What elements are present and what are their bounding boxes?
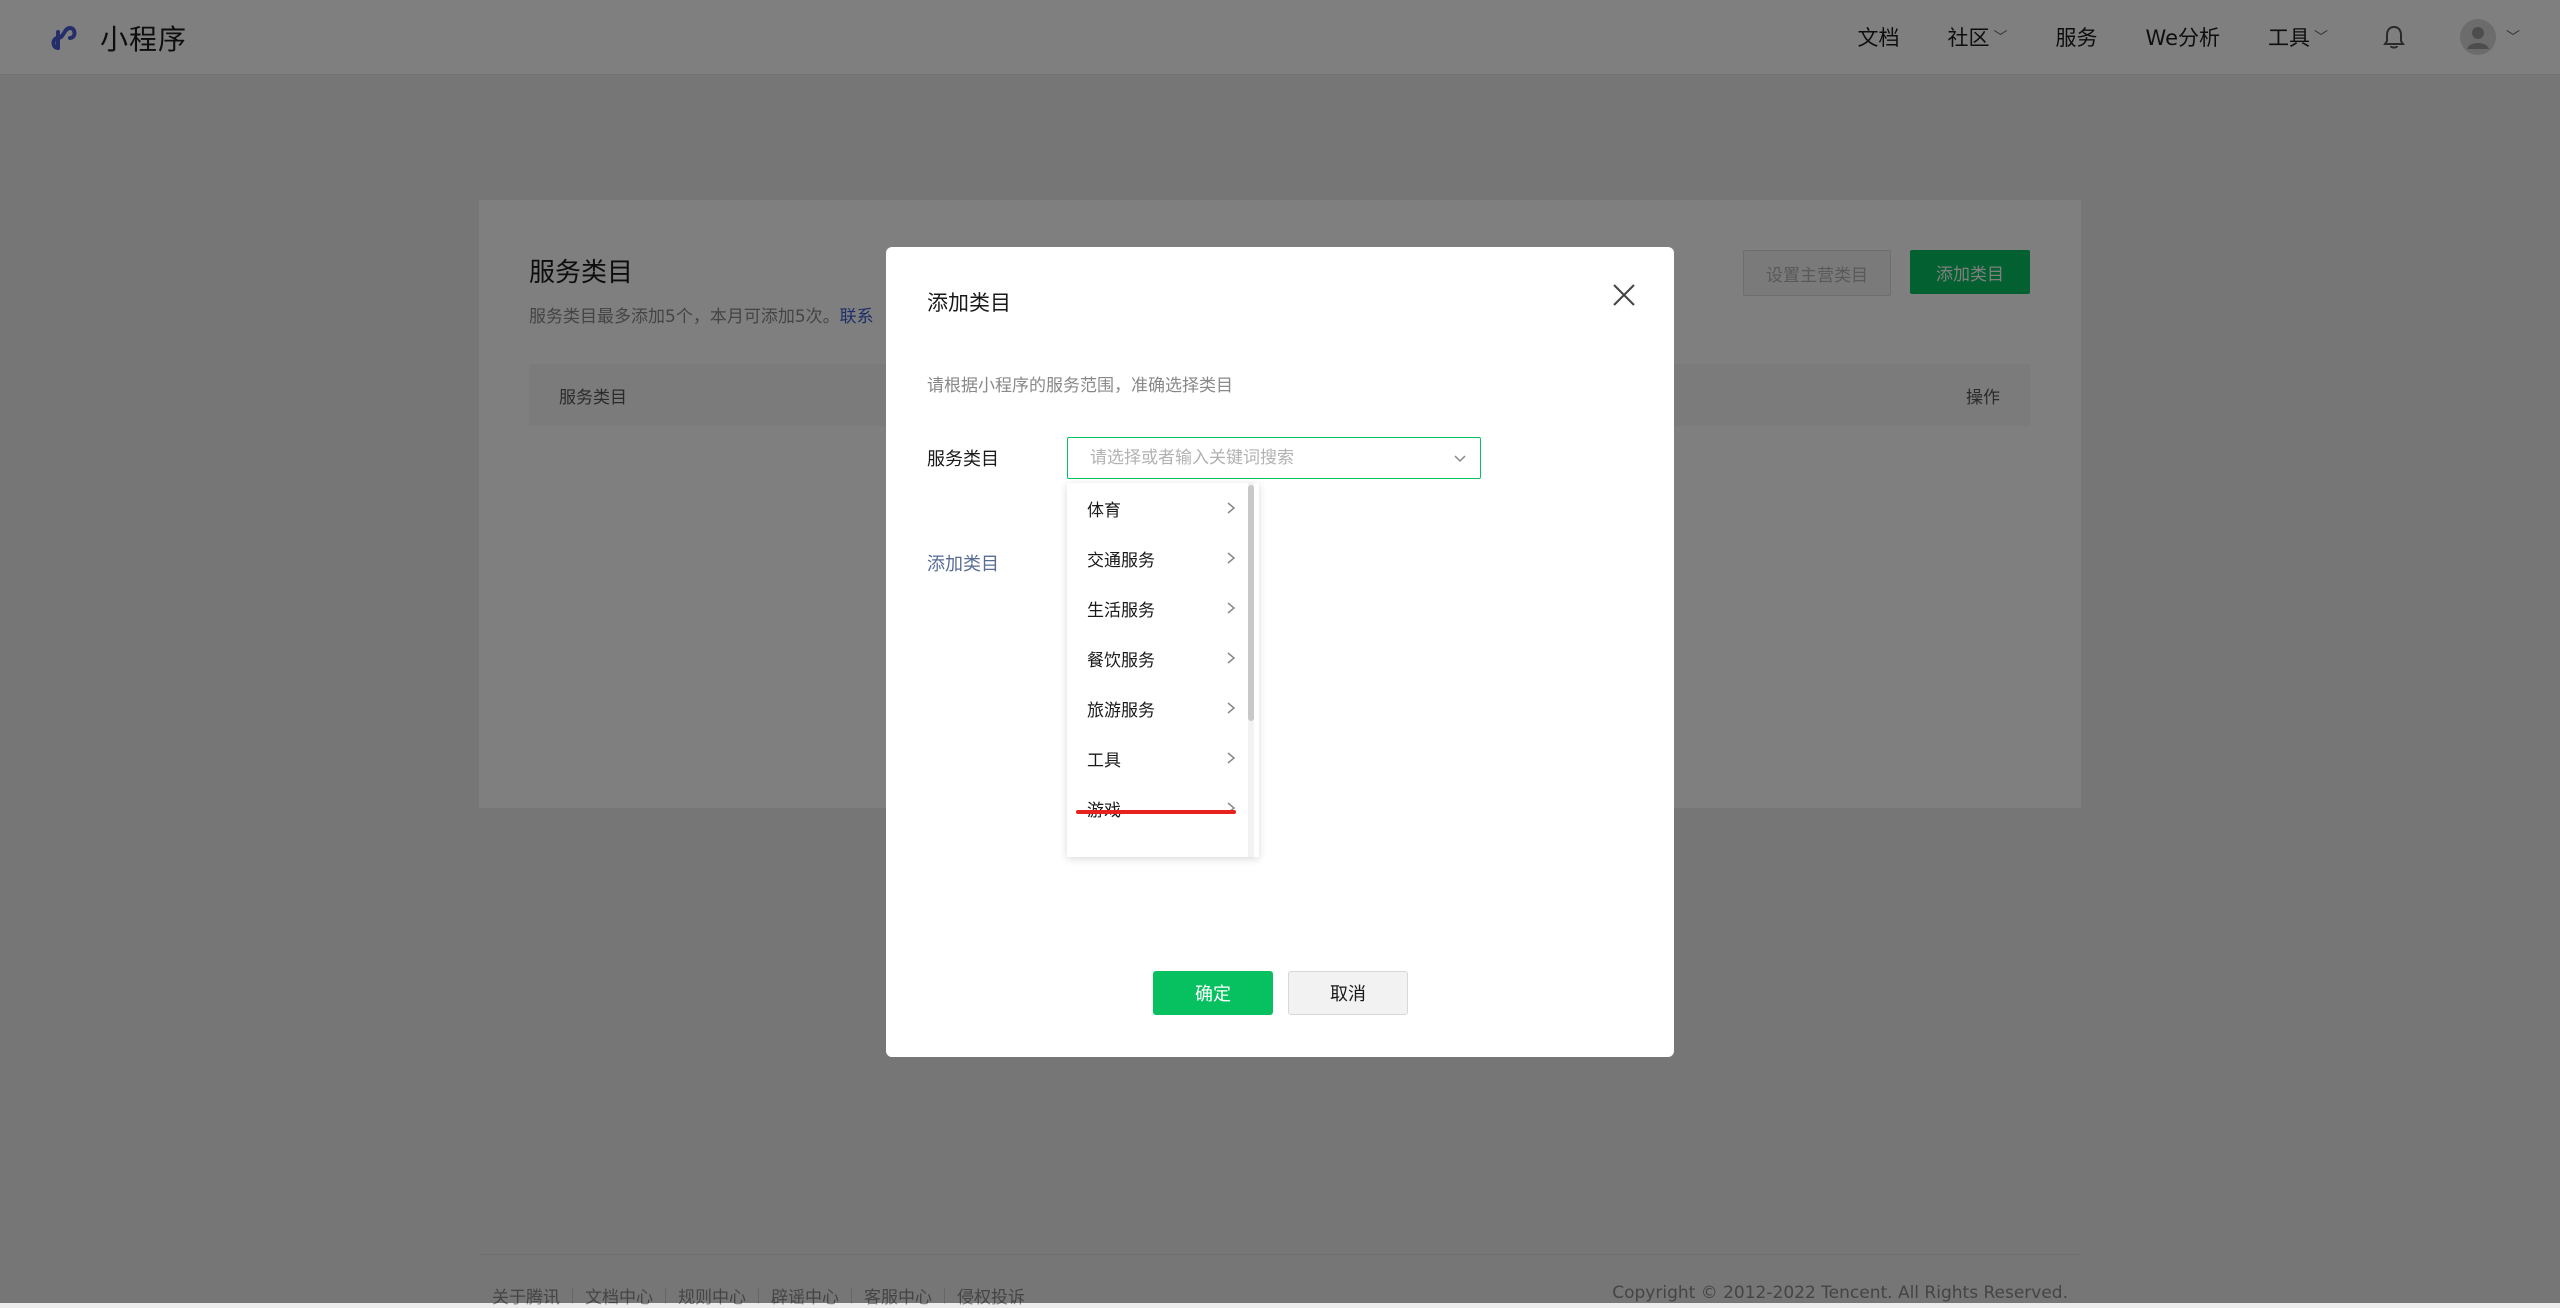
add-category-link[interactable]: 添加类目 <box>927 550 999 576</box>
scrollbar-thumb[interactable] <box>1248 485 1254 721</box>
dropdown-item-food[interactable]: 餐饮服务 <box>1067 633 1259 683</box>
category-select[interactable] <box>1067 437 1481 479</box>
dropdown-item-travel[interactable]: 旅游服务 <box>1067 683 1259 733</box>
dropdown-item-label: 体育 <box>1087 500 1121 521</box>
confirm-button[interactable]: 确定 <box>1153 971 1273 1015</box>
add-category-dialog: 添加类目 请根据小程序的服务范围，准确选择类目 服务类目 添加类目 体育 交通服… <box>886 247 1674 1057</box>
chevron-down-icon <box>1454 455 1466 463</box>
red-strikethrough-annotation <box>1076 810 1236 814</box>
field-label-category: 服务类目 <box>927 449 999 470</box>
chevron-right-icon <box>1227 552 1236 564</box>
dropdown-item-games[interactable]: 游戏 <box>1067 783 1259 833</box>
dropdown-scrollbar[interactable] <box>1248 483 1254 857</box>
dropdown-item-label: 餐饮服务 <box>1087 650 1155 671</box>
category-search-input[interactable] <box>1088 447 1432 469</box>
dropdown-item-transport[interactable]: 交通服务 <box>1067 533 1259 583</box>
chevron-right-icon <box>1227 702 1236 714</box>
dropdown-item-tools[interactable]: 工具 <box>1067 733 1259 783</box>
dropdown-item-label: 交通服务 <box>1087 550 1155 571</box>
chevron-right-icon <box>1227 602 1236 614</box>
chevron-right-icon <box>1227 652 1236 664</box>
dialog-title: 添加类目 <box>927 291 1011 315</box>
dialog-hint: 请根据小程序的服务范围，准确选择类目 <box>927 376 1233 396</box>
chevron-right-icon <box>1227 752 1236 764</box>
dropdown-item-sports[interactable]: 体育 <box>1067 483 1259 533</box>
cancel-button[interactable]: 取消 <box>1288 971 1408 1015</box>
category-dropdown: 体育 交通服务 生活服务 餐饮服务 旅游服务 工具 游戏 <box>1067 483 1259 857</box>
dropdown-item-label: 游戏 <box>1087 796 1121 821</box>
dropdown-item-life[interactable]: 生活服务 <box>1067 583 1259 633</box>
dropdown-item-label: 旅游服务 <box>1087 700 1155 721</box>
dropdown-item-label: 工具 <box>1087 750 1121 771</box>
dropdown-item-label: 生活服务 <box>1087 600 1155 621</box>
close-icon[interactable] <box>1606 277 1642 313</box>
chevron-right-icon <box>1227 502 1236 514</box>
